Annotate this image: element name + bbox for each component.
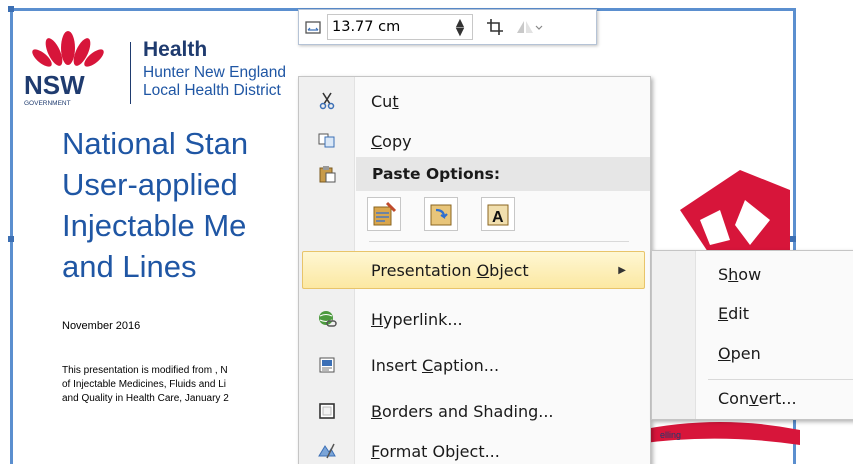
paste-keep-formatting-icon[interactable] xyxy=(367,197,401,231)
crop-icon[interactable] xyxy=(481,13,509,41)
menu-label-borders-and-shading: Borders and Shading... xyxy=(371,401,554,421)
submenu-arrow-icon: ▶ xyxy=(618,264,626,276)
width-value: 13.77 cm xyxy=(332,19,401,35)
menu-item-presentation-object[interactable]: Presentation Object ▶ xyxy=(302,251,645,289)
menu-label-copy: Copy xyxy=(371,131,412,151)
mini-toolbar: 13.77 cm ▲ ▼ xyxy=(298,9,597,45)
submenu-item-open[interactable]: Open xyxy=(718,344,761,363)
copy-icon xyxy=(299,133,355,149)
borders-icon xyxy=(299,402,355,420)
paragraph-line: and Quality in Health Care, January 2 xyxy=(62,393,229,404)
menu-item-borders-and-shading[interactable]: Borders and Shading... xyxy=(299,394,650,428)
submenu-icon-gutter xyxy=(652,251,696,419)
brand-health: Health xyxy=(143,38,208,61)
menu-label-insert-caption: Insert Caption... xyxy=(371,355,500,375)
menu-item-hyperlink[interactable]: Hyperlink... xyxy=(299,302,650,336)
hyperlink-icon xyxy=(299,310,355,328)
slide-date: November 2016 xyxy=(62,320,141,332)
scissors-icon xyxy=(299,92,355,110)
context-menu: Cut Copy Paste Options: A Presentation O… xyxy=(298,76,651,464)
paste-link-icon[interactable] xyxy=(424,197,458,231)
clipboard-icon xyxy=(299,165,355,183)
submenu-item-convert[interactable]: Convert... xyxy=(718,389,797,408)
paste-options-header: Paste Options: xyxy=(356,157,650,191)
paragraph-line: of Injectable Medicines, Fluids and Li xyxy=(62,379,226,390)
menu-item-format-object[interactable]: Format Object... xyxy=(299,434,650,464)
page-edge xyxy=(0,0,10,464)
resize-handle-left[interactable] xyxy=(8,236,14,242)
insert-caption-icon xyxy=(299,356,355,374)
nsw-wordmark: NSW xyxy=(24,70,85,100)
menu-item-copy[interactable]: Copy xyxy=(299,124,650,158)
nsw-government-logo: NSW GOVERNMENT xyxy=(16,28,120,108)
title-line: National Stan xyxy=(62,126,249,161)
title-line: Injectable Me xyxy=(62,208,247,243)
paste-options-row: A xyxy=(367,197,515,231)
brand-line-2: Local Health District xyxy=(143,82,281,99)
title-line: User-applied xyxy=(62,167,238,202)
menu-item-insert-caption[interactable]: Insert Caption... xyxy=(299,348,650,382)
size-icon[interactable] xyxy=(299,13,327,41)
brand-line-1: Hunter New England xyxy=(143,64,287,81)
submenu-item-show[interactable]: Show xyxy=(718,265,761,284)
government-wordmark: GOVERNMENT xyxy=(24,100,71,107)
submenu-item-edit[interactable]: Edit xyxy=(718,304,749,323)
spin-icon[interactable]: ▲ ▼ xyxy=(452,17,468,37)
submenu-separator xyxy=(708,379,853,380)
menu-separator xyxy=(369,241,629,242)
menu-label-cut: Cut xyxy=(371,91,399,111)
paste-header-icon-cell xyxy=(299,157,356,191)
svg-text:A: A xyxy=(492,209,504,226)
title-line: and Lines xyxy=(62,249,197,284)
menu-label-presentation-object: Presentation Object xyxy=(371,260,529,280)
slide-title: National Stan User-applied Injectable Me… xyxy=(62,123,248,287)
rotate-icon[interactable] xyxy=(509,13,549,41)
format-object-icon xyxy=(299,442,355,460)
paragraph-line: This presentation is modified from , N xyxy=(62,365,228,376)
slide-paragraph: This presentation is modified from , N o… xyxy=(62,364,229,406)
menu-label-format-object: Format Object... xyxy=(371,441,500,461)
menu-label-hyperlink: Hyperlink... xyxy=(371,309,463,329)
menu-item-cut[interactable]: Cut xyxy=(299,84,650,118)
brand-divider xyxy=(130,42,131,104)
slide-footer-fragment: elling xyxy=(660,430,682,440)
presentation-object-submenu: Show Edit Open Convert... xyxy=(651,250,853,420)
paste-text-only-icon[interactable]: A xyxy=(481,197,515,231)
resize-handle-top-left[interactable] xyxy=(8,6,14,12)
width-input[interactable]: 13.77 cm ▲ ▼ xyxy=(327,14,473,40)
